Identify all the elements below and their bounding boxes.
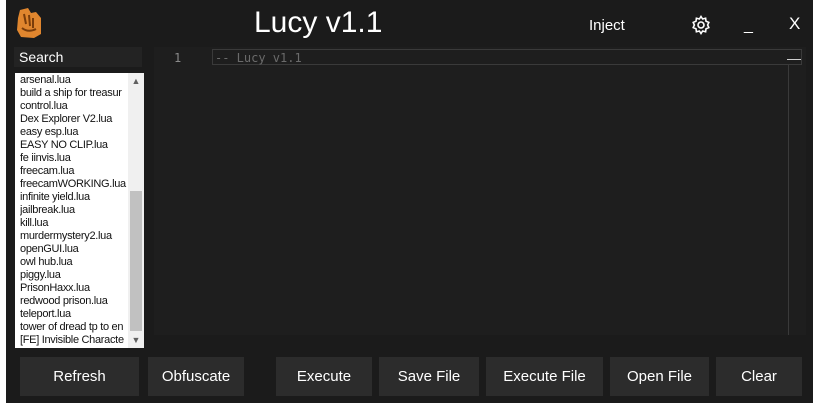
app-title: Lucy v1.1 bbox=[254, 6, 383, 39]
script-list-scrollbar[interactable]: ▲ ▼ bbox=[128, 73, 144, 348]
editor-scroll-marker bbox=[787, 59, 801, 60]
editor-scrollbar[interactable] bbox=[788, 65, 803, 335]
app-window: Lucy v1.1 Inject _ X Search arsenal.lua … bbox=[6, 0, 813, 403]
script-list[interactable]: arsenal.lua build a ship for treasur con… bbox=[15, 73, 144, 348]
code-editor[interactable]: 1 -- Lucy v1.1 bbox=[154, 47, 806, 335]
scroll-down-icon[interactable]: ▼ bbox=[128, 332, 144, 348]
script-list-items: arsenal.lua build a ship for treasur con… bbox=[20, 74, 128, 347]
list-item[interactable]: fe iinvis.lua bbox=[20, 152, 128, 165]
list-item[interactable]: infinite yield.lua bbox=[20, 191, 128, 204]
line-number: 1 bbox=[174, 51, 182, 65]
scrollbar-thumb[interactable] bbox=[130, 191, 142, 331]
list-item[interactable]: control.lua bbox=[20, 100, 128, 113]
list-item[interactable]: build a ship for treasur bbox=[20, 87, 128, 100]
minimize-button[interactable]: _ bbox=[744, 17, 753, 35]
clear-button[interactable]: Clear bbox=[716, 357, 802, 396]
scroll-up-icon[interactable]: ▲ bbox=[128, 73, 144, 89]
execute-file-button[interactable]: Execute File bbox=[486, 357, 603, 396]
list-item[interactable]: teleport.lua bbox=[20, 308, 128, 321]
obfuscate-button[interactable]: Obfuscate bbox=[148, 357, 244, 396]
list-item[interactable]: jailbreak.lua bbox=[20, 204, 128, 217]
list-item[interactable]: EASY NO CLIP.lua bbox=[20, 139, 128, 152]
list-item[interactable]: tower of dread tp to en bbox=[20, 321, 128, 334]
refresh-button[interactable]: Refresh bbox=[20, 357, 139, 396]
list-item[interactable]: owl hub.lua bbox=[20, 256, 128, 269]
close-button[interactable]: X bbox=[789, 14, 800, 34]
gear-icon[interactable] bbox=[691, 15, 711, 35]
list-item[interactable]: freecamWORKING.lua bbox=[20, 178, 128, 191]
list-item[interactable]: openGUI.lua bbox=[20, 243, 128, 256]
open-file-button[interactable]: Open File bbox=[610, 357, 709, 396]
list-item[interactable]: kill.lua bbox=[20, 217, 128, 230]
list-item[interactable]: arsenal.lua bbox=[20, 74, 128, 87]
list-item[interactable]: Dex Explorer V2.lua bbox=[20, 113, 128, 126]
list-item[interactable]: PrisonHaxx.lua bbox=[20, 282, 128, 295]
list-item[interactable]: easy esp.lua bbox=[20, 126, 128, 139]
code-line[interactable]: -- Lucy v1.1 bbox=[212, 49, 802, 65]
inject-button[interactable]: Inject bbox=[589, 17, 625, 34]
logo-icon bbox=[17, 8, 41, 38]
execute-button[interactable]: Execute bbox=[276, 357, 372, 396]
list-item[interactable]: murdermystery2.lua bbox=[20, 230, 128, 243]
list-item[interactable]: piggy.lua bbox=[20, 269, 128, 282]
list-item[interactable]: [FE] Invisible Characte bbox=[20, 334, 128, 347]
list-item[interactable]: redwood prison.lua bbox=[20, 295, 128, 308]
search-input[interactable]: Search bbox=[14, 47, 142, 67]
list-item[interactable]: freecam.lua bbox=[20, 165, 128, 178]
save-file-button[interactable]: Save File bbox=[379, 357, 479, 396]
